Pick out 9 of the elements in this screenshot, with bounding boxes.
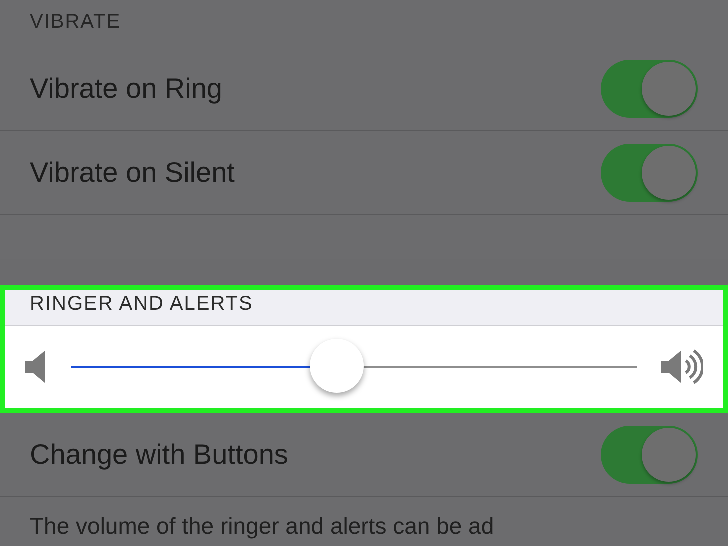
section-header: RINGER AND ALERTS — [5, 290, 723, 326]
setting-label: Vibrate on Silent — [30, 156, 235, 188]
setting-label: Change with Buttons — [30, 438, 288, 470]
footer-text: The volume of the ringer and alerts can be ad — [29, 512, 496, 541]
volume-loud-icon — [661, 349, 703, 385]
section-header: VIBRATE — [29, 10, 122, 35]
setting-label: Vibrate on Ring — [30, 72, 222, 104]
slider-thumb[interactable] — [310, 339, 364, 393]
volume-mute-icon — [25, 349, 47, 385]
